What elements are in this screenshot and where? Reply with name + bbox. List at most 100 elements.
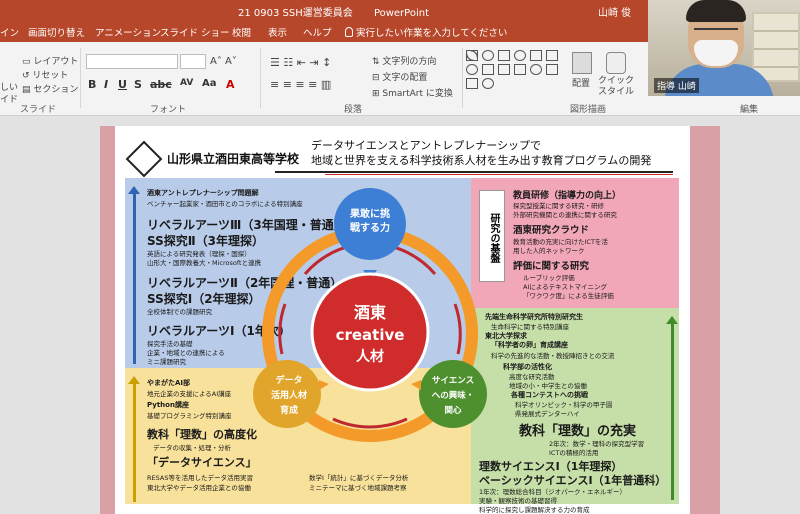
research-cloud-desc-2: 用した人的ネットワーク xyxy=(513,247,585,255)
cycle-arrow-right xyxy=(453,303,462,355)
slide-headline: データサイエンスとアントレプレナーシップで 地域と世界を支える科学技術系人材を生… xyxy=(311,138,651,168)
layout-button[interactable]: ▭ レイアウト xyxy=(22,54,78,67)
dot-shape-icon[interactable] xyxy=(482,78,494,89)
arrange-icon[interactable] xyxy=(572,52,592,74)
italic-button[interactable]: I xyxy=(104,78,108,91)
ribbon-separator xyxy=(260,48,261,108)
science-subject-title: 教科「理数」の充実 xyxy=(519,424,637,439)
python-course-title: Python講座 xyxy=(147,401,189,409)
entrepreneurship-title: 酒東アントレプレナーシップ問題解 xyxy=(147,189,259,197)
arrange-label[interactable]: 配置 xyxy=(572,76,590,89)
headline-underline xyxy=(275,171,673,173)
new-slide-label-2[interactable]: イド xyxy=(0,92,18,105)
square-shape-icon[interactable] xyxy=(498,50,510,61)
headline-line-1: データサイエンスとアントレプレナーシップで xyxy=(311,139,542,152)
data-utilization-text: データ 活用人材 育成 xyxy=(261,374,317,419)
tohoku-univ-desc: 科学の先進的な活動・教授陣招きとの交流 xyxy=(491,352,615,360)
layout-label: レイアウト xyxy=(33,57,79,67)
oval-shape-icon[interactable] xyxy=(482,50,494,61)
science-interest-text: サイエンス への興味・ 関心 xyxy=(423,374,483,419)
shadow-button[interactable]: S xyxy=(134,78,142,91)
smartart-button[interactable]: ⊞ SmartArt に変換 xyxy=(372,86,453,99)
editing-group-label: 編集 xyxy=(740,105,759,115)
reset-button[interactable]: ↺ リセット xyxy=(22,68,68,81)
section-button[interactable]: ▤ セクション xyxy=(22,82,78,95)
bookshelf-background xyxy=(752,12,800,82)
scientist-egg-title: 「科学者の卵」育成講座 xyxy=(491,341,568,349)
tab-review[interactable]: 校閲 xyxy=(232,25,251,39)
char-spacing-button[interactable]: AV xyxy=(180,78,193,88)
slide-canvas[interactable]: 山形県立酒田東高等学校 データサイエンスとアントレプレナーシップで 地域と世界を… xyxy=(115,126,690,514)
font-grow-shrink[interactable]: A˄ A˅ xyxy=(210,56,237,67)
tab-transitions[interactable]: 画面切り替え xyxy=(28,25,85,39)
science-line-1: サイエンス xyxy=(431,376,475,386)
ellipse-shape-icon[interactable] xyxy=(466,64,478,75)
font-size-box[interactable] xyxy=(180,54,206,69)
science-1-desc-3: 科学的に探究し課題解決する力の育成 xyxy=(479,506,590,514)
align-text-button[interactable]: ⊟ 文字の配置 xyxy=(372,70,427,83)
tab-help[interactable]: ヘルプ xyxy=(303,25,332,39)
smartart-label: SmartArt に変換 xyxy=(382,89,453,99)
text-direction-button[interactable]: ⇅ 文字列の方向 xyxy=(372,54,436,67)
bullets-button[interactable]: ☰ ☷ ⇤ ⇥ ↕ xyxy=(270,56,331,69)
slides-group-label: スライド xyxy=(20,105,57,115)
quick-styles-label[interactable]: クイック スタイル xyxy=(598,76,638,98)
person-hair xyxy=(686,0,746,22)
challenge-text: 果敢に挑 戦する力 xyxy=(343,208,397,236)
school-name: 山形県立酒田東高等学校 xyxy=(167,152,300,166)
ss-inquiry-1-desc: 全校体制での課題研究 xyxy=(147,308,212,316)
quick-styles-icon[interactable] xyxy=(606,52,626,74)
change-case-button[interactable]: Aa xyxy=(202,78,217,89)
tab-animations[interactable]: アニメーション xyxy=(95,25,161,39)
lightbulb-icon xyxy=(345,27,353,37)
challenge-line-1: 果敢に挑 xyxy=(350,209,390,220)
block-shape-icon[interactable] xyxy=(482,64,494,75)
data-line-2: 活用人材 xyxy=(270,391,307,401)
data-science-title: 「データサイエンス」 xyxy=(147,456,257,469)
arrow-shape-icon[interactable] xyxy=(514,64,526,75)
contest-desc-2: 県発展式デンターハイ xyxy=(515,410,580,418)
tab-slideshow[interactable]: スライド ショー xyxy=(160,25,230,39)
data-line-1: データ xyxy=(275,376,303,386)
tab-view[interactable]: 表示 xyxy=(268,25,287,39)
font-color-button[interactable]: A xyxy=(226,78,235,91)
tab-shape-icon[interactable] xyxy=(466,78,478,89)
box-shape-icon[interactable] xyxy=(530,50,542,61)
yamagata-ai-club-title: やまがたAI部 xyxy=(147,379,191,387)
signed-in-user[interactable]: 山崎 俊 xyxy=(598,4,631,19)
ring-shape-icon[interactable] xyxy=(530,64,542,75)
paragraph-group-label: 段落 xyxy=(344,105,363,115)
underline-button[interactable]: U xyxy=(118,78,127,91)
font-group-label: フォント xyxy=(150,105,187,115)
data-science-desc-1: RESAS等を活用したデータ活用実習 xyxy=(147,474,253,482)
participant-name: 指導 山崎 xyxy=(654,78,699,93)
tell-me-box[interactable]: 実行したい作業を入力してください xyxy=(345,25,507,39)
blue-up-arrow-icon xyxy=(128,186,140,364)
frame-shape-icon[interactable] xyxy=(546,50,558,61)
glasses-icon xyxy=(694,28,738,36)
science-line-3: 関心 xyxy=(444,406,462,416)
tile-shape-icon[interactable] xyxy=(546,64,558,75)
ribbon-separator xyxy=(80,48,81,108)
webcam-video: 指導 山崎 xyxy=(648,0,800,96)
science-line-2: への興味・ xyxy=(431,391,475,401)
shapes-gallery[interactable] xyxy=(466,50,562,90)
panel-shape-icon[interactable] xyxy=(498,64,510,75)
font-name-box[interactable] xyxy=(86,54,178,69)
research-cloud-title: 酒東研究クラウド xyxy=(513,225,590,236)
liberal-arts-1-desc-3: ミニ課題研究 xyxy=(147,358,186,366)
advanced-science-desc: データの収集・処理・分析 xyxy=(153,444,231,452)
strikethrough-button[interactable]: abc xyxy=(150,78,172,91)
bold-button[interactable]: B xyxy=(88,78,96,91)
tab-insert[interactable]: イン xyxy=(0,25,19,39)
app-name: PowerPoint xyxy=(373,8,430,19)
ribbon-separator xyxy=(462,48,463,108)
headline-line-2: 地域と世界を支える科学技術系人材を生み出す教育プログラムの開発 xyxy=(311,154,652,167)
alignment-buttons[interactable]: ≡ ≡ ≡ ≡ ▥ xyxy=(270,78,331,91)
left-arrow-icon xyxy=(411,380,421,390)
evaluation-desc-3: 「ワクワク度」による生徒評価 xyxy=(523,292,614,300)
cycle-arrow-left xyxy=(278,303,287,355)
circle-shape-icon[interactable] xyxy=(514,50,526,61)
section-label: セクション xyxy=(33,85,79,95)
tell-me-text: 実行したい作業を入力してください xyxy=(356,28,508,39)
